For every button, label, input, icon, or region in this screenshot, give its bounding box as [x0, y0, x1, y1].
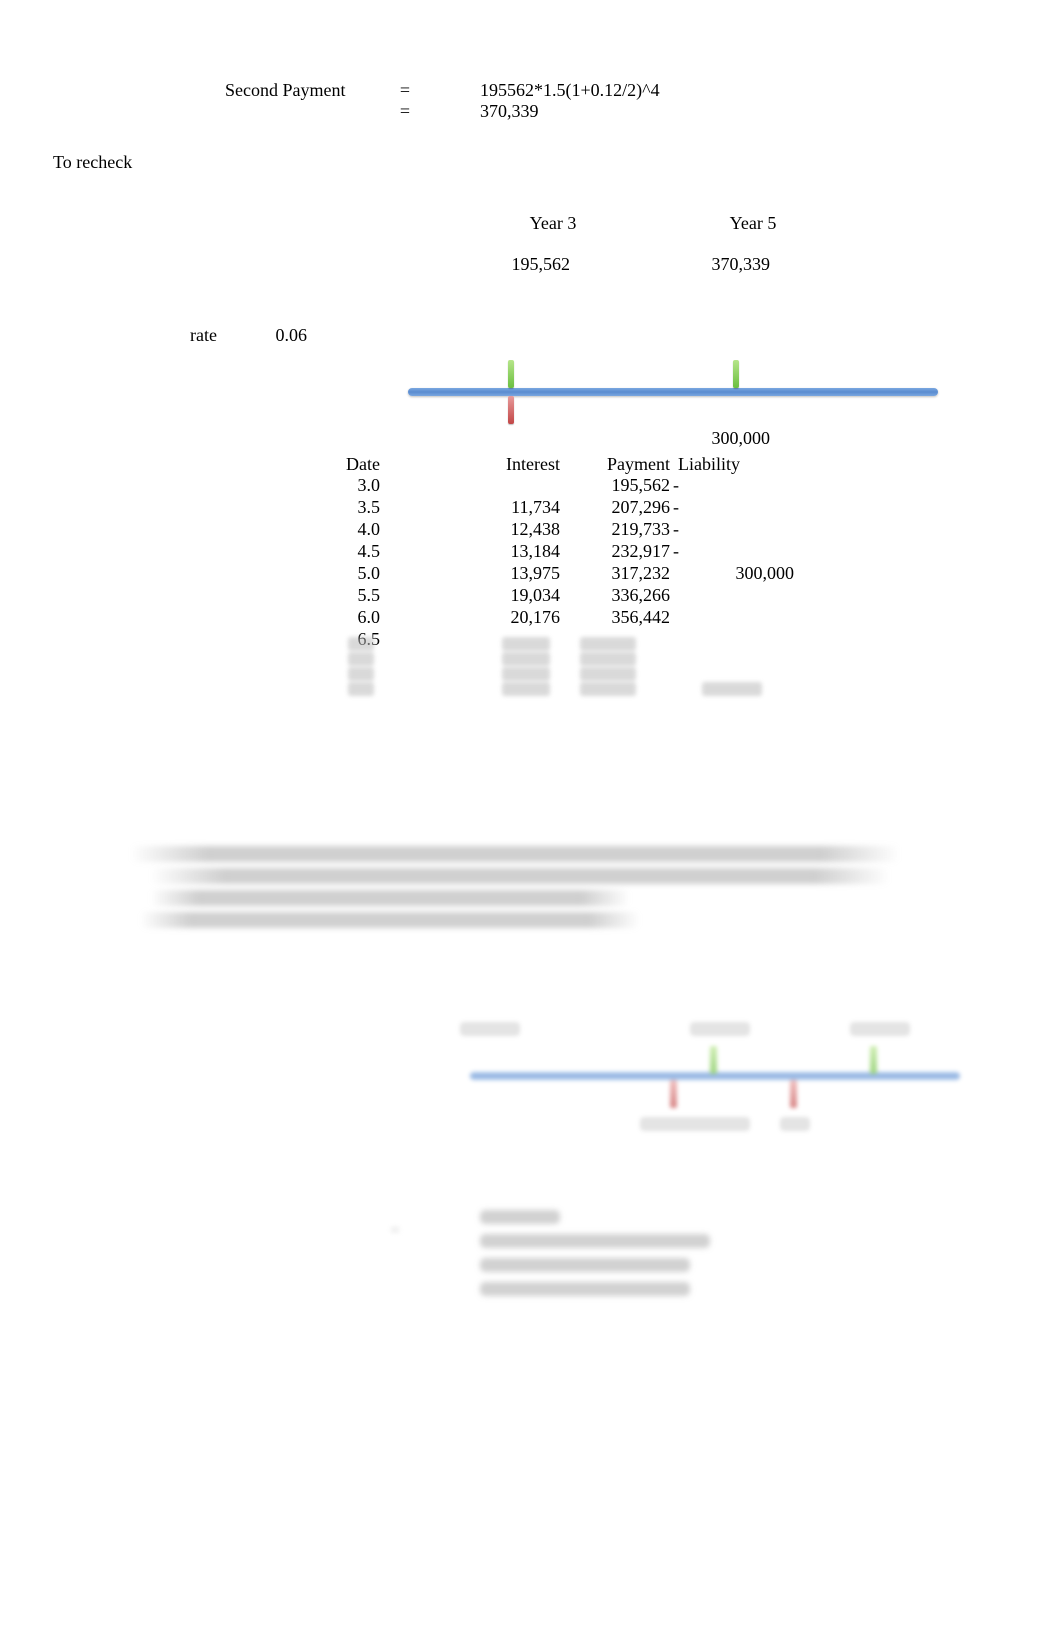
- cell-interest: 11,734: [380, 497, 560, 518]
- cell-date: 4.0: [280, 519, 380, 540]
- rate-value: 0.06: [217, 325, 337, 346]
- cell-date: 5.0: [280, 563, 380, 584]
- spacer: [225, 101, 370, 122]
- obscured-equations: [480, 1200, 830, 1306]
- table-row: 5.5 19,034 336,266: [280, 585, 1062, 607]
- to-recheck-label: To recheck: [53, 152, 1062, 173]
- table-row: 4.0 12,438 219,733 -: [280, 519, 1062, 541]
- obscured-paragraph: [130, 840, 930, 934]
- table-row: 3.5 11,734 207,296 -: [280, 497, 1062, 519]
- obscured-rows: [330, 636, 792, 697]
- cell-payment: 219,733: [560, 519, 670, 540]
- timeline-bar: [408, 388, 938, 396]
- cell-interest: 19,034: [380, 585, 560, 606]
- equals-sign-1: =: [370, 80, 440, 101]
- cell-liability: 300,000: [684, 563, 794, 584]
- equals-sign-2: =: [370, 101, 440, 122]
- cell-payment: 336,266: [560, 585, 670, 606]
- cell-dash: -: [670, 475, 684, 496]
- cell-interest: 13,975: [380, 563, 560, 584]
- cell-dash: -: [670, 519, 684, 540]
- cell-dash: -: [670, 497, 684, 518]
- cell-dash: -: [670, 541, 684, 562]
- cell-date: 6.0: [280, 607, 380, 628]
- cell-interest: 20,176: [380, 607, 560, 628]
- table-row: 4.5 13,184 232,917 -: [280, 541, 1062, 563]
- cell-payment: 195,562: [560, 475, 670, 496]
- timeline-marker-down-1: [508, 396, 514, 424]
- cell-date: 3.0: [280, 475, 380, 496]
- table-row: 3.0 195,562 -: [280, 475, 1062, 497]
- col-header-date: Date: [280, 454, 380, 475]
- col-header-interest: Interest: [380, 454, 560, 475]
- cell-interest: 13,184: [380, 541, 560, 562]
- table-header: Date Interest Payment Liability: [280, 454, 1062, 475]
- second-payment-result: 370,339: [440, 101, 690, 122]
- timeline-marker-up-2: [733, 360, 739, 388]
- cell-date: 3.5: [280, 497, 380, 518]
- cell-payment: 317,232: [560, 563, 670, 584]
- col-header-payment: Payment: [560, 454, 670, 475]
- year-3-label: Year 3: [453, 213, 653, 234]
- table-row: 6.0 20,176 356,442: [280, 607, 1062, 629]
- table-row: 5.0 13,975 317,232 300,000: [280, 563, 1062, 585]
- below-timeline-value: 300,000: [680, 428, 770, 449]
- rate-label: rate: [137, 325, 217, 346]
- year-5-label: Year 5: [653, 213, 853, 234]
- cell-date: 4.5: [280, 541, 380, 562]
- cell-payment: 207,296: [560, 497, 670, 518]
- obscured-timeline: [470, 1022, 960, 1132]
- amount-year-3: 195,562: [430, 254, 630, 275]
- cell-interest: 12,438: [380, 519, 560, 540]
- obscured-equals: =: [390, 1220, 400, 1241]
- cell-payment: 232,917: [560, 541, 670, 562]
- second-payment-formula: 195562*1.5(1+0.12/2)^4: [440, 80, 690, 101]
- col-header-liability: Liability: [670, 454, 780, 475]
- timeline-diagram: [408, 342, 938, 442]
- timeline-marker-up-1: [508, 360, 514, 388]
- amount-year-5: 370,339: [630, 254, 830, 275]
- cell-payment: 356,442: [560, 607, 670, 628]
- cell-date: 5.5: [280, 585, 380, 606]
- second-payment-label: Second Payment: [225, 80, 370, 101]
